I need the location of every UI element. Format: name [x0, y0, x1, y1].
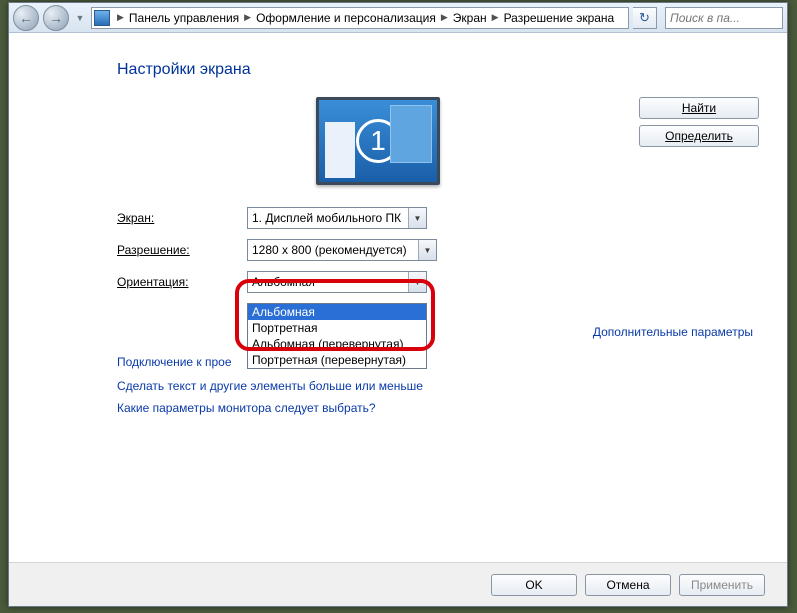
orientation-option-landscape[interactable]: Альбомная [248, 304, 426, 320]
breadcrumb-control-panel[interactable]: Панель управления [127, 11, 241, 25]
chevron-right-icon: ▶ [114, 12, 127, 23]
arrow-right-icon: → [49, 10, 63, 26]
breadcrumb-resolution[interactable]: Разрешение экрана [502, 11, 617, 25]
monitor-preview[interactable]: 1 [117, 97, 639, 185]
resolution-row: Разрешение: 1280 x 800 (рекомендуется) ▼ [117, 239, 759, 261]
apply-button[interactable]: Применить [679, 574, 765, 596]
chevron-down-icon: ▼ [418, 240, 436, 260]
resolution-combo[interactable]: 1280 x 800 (рекомендуется) ▼ [247, 239, 437, 261]
orientation-combo[interactable]: Альбомная ▼ [247, 271, 427, 293]
orientation-value: Альбомная [252, 275, 315, 289]
orientation-row: Ориентация: Альбомная ▼ [117, 271, 759, 293]
screen-label: Экран: [117, 211, 247, 225]
screen-row: Экран: 1. Дисплей мобильного ПК ▼ [117, 207, 759, 229]
text-size-link[interactable]: Сделать текст и другие элементы больше и… [117, 379, 423, 393]
orientation-option-portrait[interactable]: Портретная [248, 320, 426, 336]
refresh-icon: ↻ [639, 10, 650, 26]
cancel-button[interactable]: Отмена [585, 574, 671, 596]
chevron-down-icon: ▼ [408, 208, 426, 228]
side-buttons: Найти Определить [639, 97, 759, 147]
footer: OK Отмена Применить [9, 562, 787, 606]
nav-history-dropdown[interactable]: ▼ [73, 5, 87, 31]
refresh-button[interactable]: ↻ [633, 7, 657, 29]
search-box[interactable]: 🔍 [665, 7, 783, 29]
advanced-settings-link[interactable]: Дополнительные параметры [593, 325, 753, 339]
address-bar[interactable]: ▶ Панель управления ▶ Оформление и персо… [91, 7, 629, 29]
content-area: Настройки экрана 1 Найти Определить Экра… [9, 33, 787, 563]
chevron-right-icon: ▶ [489, 12, 502, 23]
detect-button[interactable]: Определить [639, 125, 759, 147]
search-input[interactable] [666, 11, 797, 25]
screen-combo[interactable]: 1. Дисплей мобильного ПК ▼ [247, 207, 427, 229]
arrow-left-icon: ← [19, 10, 33, 26]
nav-forward-button[interactable]: → [43, 5, 69, 31]
monitor-preview-row: 1 Найти Определить [117, 97, 759, 185]
connect-projector-link[interactable]: Подключение к прое [117, 355, 232, 369]
orientation-label: Ориентация: [117, 275, 247, 289]
breadcrumb-display[interactable]: Экран [451, 11, 489, 25]
chevron-right-icon: ▶ [241, 12, 254, 23]
breadcrumb-appearance[interactable]: Оформление и персонализация [254, 11, 438, 25]
nav-back-button[interactable]: ← [13, 5, 39, 31]
orientation-dropdown: Альбомная Портретная Альбомная (переверн… [247, 303, 427, 369]
window: ← → ▼ ▶ Панель управления ▶ Оформление и… [8, 2, 788, 607]
titlebar: ← → ▼ ▶ Панель управления ▶ Оформление и… [9, 3, 787, 33]
resolution-value: 1280 x 800 (рекомендуется) [252, 243, 407, 257]
monitor-help-link[interactable]: Какие параметры монитора следует выбрать… [117, 401, 376, 415]
orientation-option-portrait-flipped[interactable]: Портретная (перевернутая) [248, 352, 426, 368]
chevron-down-icon: ▼ [408, 272, 426, 292]
monitor-number: 1 [356, 119, 400, 163]
screen-value: 1. Дисплей мобильного ПК [252, 211, 401, 225]
page-title: Настройки экрана [117, 61, 759, 79]
ok-button[interactable]: OK [491, 574, 577, 596]
chevron-right-icon: ▶ [438, 12, 451, 23]
monitor-icon: 1 [316, 97, 440, 185]
control-panel-icon [94, 10, 110, 26]
orientation-option-landscape-flipped[interactable]: Альбомная (перевернутая) [248, 336, 426, 352]
resolution-label: Разрешение: [117, 243, 247, 257]
identify-button[interactable]: Найти [639, 97, 759, 119]
